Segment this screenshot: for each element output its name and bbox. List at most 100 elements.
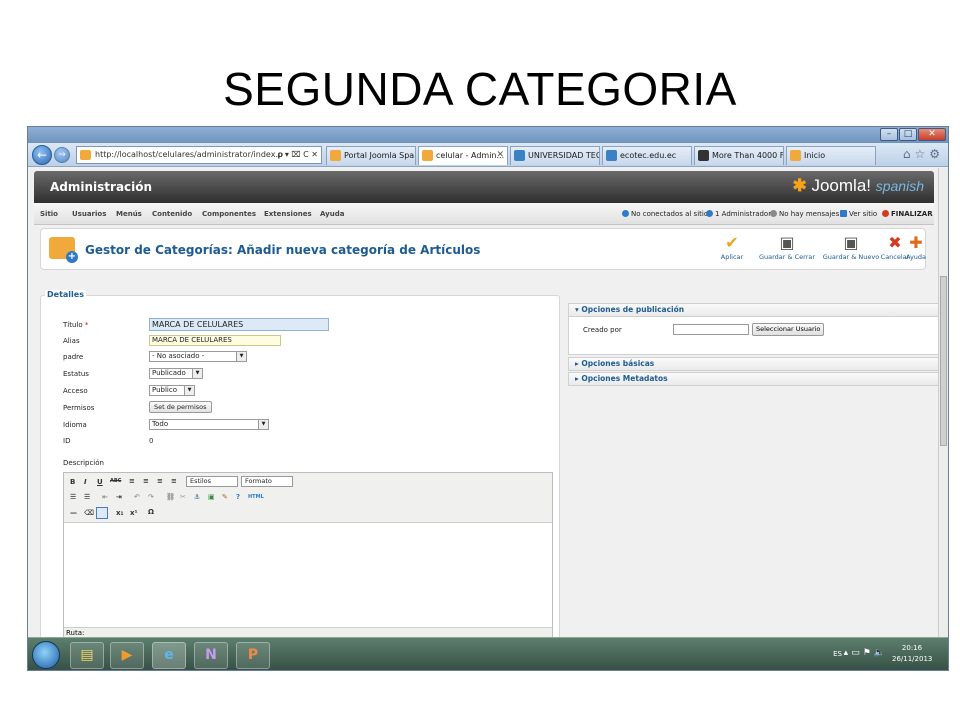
home-icon[interactable]: ⌂ <box>903 147 915 161</box>
maximize-button[interactable]: □ <box>899 128 917 141</box>
ie-taskbar-icon[interactable]: e <box>152 642 186 669</box>
address-bar[interactable]: http://localhost/celulares/administrator… <box>76 146 322 164</box>
browser-tab[interactable]: celular - Admin... ✕ <box>418 146 508 165</box>
visual-aid-icon[interactable] <box>96 507 108 519</box>
tab-favicon-icon <box>790 150 801 161</box>
close-window-button[interactable]: ✕ <box>918 128 946 141</box>
anchor-icon[interactable]: ⚓ <box>194 493 200 501</box>
browser-tab[interactable]: Portal Joomla Spa... <box>326 146 416 165</box>
idioma-select[interactable]: Todo ▼ <box>149 419 269 430</box>
metadata-options-header[interactable]: ▸ Opciones Metadatos <box>568 372 946 386</box>
format-select[interactable]: Formato <box>241 476 293 487</box>
strikethrough-icon[interactable]: ABC <box>110 478 121 484</box>
browser-tab[interactable]: ecotec.edu.ec <box>602 146 692 165</box>
html-source-icon[interactable]: HTML <box>248 494 264 500</box>
help-button[interactable]: ✚ Ayuda <box>899 233 933 267</box>
explorer-taskbar-icon[interactable]: ▤ <box>70 642 104 669</box>
favorites-star-icon[interactable]: ☆ <box>914 147 929 161</box>
save-close-button[interactable]: ▣ Guardar & Cerrar <box>758 233 816 267</box>
acceso-select[interactable]: Publico ▼ <box>149 385 195 396</box>
padre-select[interactable]: - No asociado - ▼ <box>149 351 247 362</box>
menu-contenido[interactable]: Contenido <box>152 210 192 218</box>
help-editor-icon[interactable]: ? <box>236 493 240 501</box>
styles-select[interactable]: Estilos <box>186 476 238 487</box>
menu-sitio[interactable]: Sitio <box>40 210 58 218</box>
address-controls[interactable]: ρ ▾ ⌧ C ✕ <box>277 147 318 163</box>
clock-time[interactable]: 20:16 <box>892 644 932 652</box>
menu-usuarios[interactable]: Usuarios <box>72 210 106 218</box>
underline-icon[interactable]: U <box>97 478 103 486</box>
slide: SEGUNDA CATEGORIA – □ ✕ ← → http://local… <box>0 0 960 720</box>
status-messages[interactable]: No hay mensajes <box>770 210 839 218</box>
details-panel: Detalles Título * MARCA DE CELULARES Ali… <box>40 290 560 670</box>
save-close-icon: ▣ <box>779 233 795 252</box>
apply-button[interactable]: ✔ Aplicar <box>703 233 761 267</box>
add-badge-icon: + <box>66 251 78 263</box>
browser-tab[interactable]: UNIVERSIDAD TEC... <box>510 146 600 165</box>
tab-label: Inicio <box>804 151 826 160</box>
special-char-icon[interactable]: Ω <box>148 508 154 516</box>
subscript-icon[interactable]: x₁ <box>116 509 124 517</box>
tab-favicon-icon <box>422 150 433 161</box>
idioma-label: Idioma <box>63 421 87 429</box>
logout-icon <box>882 210 889 217</box>
horizontal-rule-icon[interactable]: — <box>70 509 77 517</box>
forward-button[interactable]: → <box>54 147 70 163</box>
clock-date[interactable]: 26/11/2013 <box>892 655 932 663</box>
alias-input[interactable]: MARCA DE CELULARES <box>149 335 281 346</box>
justify-icon[interactable]: ≡ <box>171 477 177 485</box>
italic-icon[interactable]: I <box>84 478 87 486</box>
start-button[interactable] <box>32 641 60 669</box>
tab-label: UNIVERSIDAD TEC... <box>528 151 600 160</box>
language-indicator[interactable]: ES <box>833 650 842 658</box>
undo-icon[interactable]: ↶ <box>134 493 140 501</box>
menu-menus[interactable]: Menús <box>116 210 142 218</box>
scroll-thumb[interactable] <box>940 276 947 446</box>
logout-link[interactable]: FINALIZAR <box>882 210 933 218</box>
align-center-icon[interactable]: ≡ <box>143 477 149 485</box>
tray-icons[interactable]: ▴▭⚑🔈 <box>844 648 888 658</box>
align-right-icon[interactable]: ≡ <box>157 477 163 485</box>
outdent-icon[interactable]: ⇤ <box>102 493 108 501</box>
superscript-icon[interactable]: x¹ <box>130 509 138 517</box>
address-url: http://localhost/celulares/administrator… <box>95 150 284 159</box>
link-icon[interactable]: ⛓ <box>166 493 175 501</box>
browser-tab[interactable]: More Than 4000 Fr... <box>694 146 784 165</box>
back-button[interactable]: ← <box>32 145 52 165</box>
remove-format-icon[interactable]: ⌫ <box>84 509 94 517</box>
chevron-down-icon: ▼ <box>184 386 194 395</box>
status-visitors[interactable]: No conectados al sitio <box>622 210 708 218</box>
menu-extensiones[interactable]: Extensiones <box>264 210 312 218</box>
gear-icon[interactable]: ⚙ <box>929 147 944 161</box>
tab-close-icon[interactable]: ✕ <box>496 147 504 164</box>
align-left-icon[interactable]: ≡ <box>129 477 135 485</box>
numbered-list-icon[interactable]: ☰ <box>84 493 90 501</box>
menu-ayuda[interactable]: Ayuda <box>320 210 344 218</box>
minimize-button[interactable]: – <box>880 128 898 141</box>
unlink-icon[interactable]: ✂ <box>180 493 186 501</box>
publication-options-header[interactable]: ▾ Opciones de publicación <box>568 303 946 317</box>
permissions-button[interactable]: Set de permisos <box>149 401 212 413</box>
volume-icon: 🔈 <box>873 648 888 658</box>
page-scrollbar[interactable] <box>938 168 948 642</box>
creado-por-input[interactable] <box>673 324 749 335</box>
status-view-site[interactable]: Ver sitio <box>840 210 877 218</box>
browser-tab[interactable]: Inicio <box>786 146 876 165</box>
basic-options-header[interactable]: ▸ Opciones básicas <box>568 357 946 371</box>
status-admins[interactable]: 1 Administrador <box>706 210 771 218</box>
menu-componentes[interactable]: Componentes <box>202 210 256 218</box>
media-player-taskbar-icon[interactable]: ▶ <box>110 642 144 669</box>
powerpoint-taskbar-icon[interactable]: P <box>236 642 270 669</box>
estatus-select[interactable]: Publicado ▼ <box>149 368 203 379</box>
indent-icon[interactable]: ⇥ <box>116 493 122 501</box>
titulo-input[interactable]: MARCA DE CELULARES <box>149 318 329 331</box>
select-user-button[interactable]: Seleccionar Usuario <box>752 323 825 336</box>
redo-icon[interactable]: ↷ <box>148 493 154 501</box>
image-icon[interactable]: ▣ <box>208 493 215 501</box>
tab-label: celular - Admin... <box>436 151 505 160</box>
bullet-list-icon[interactable]: ☰ <box>70 493 76 501</box>
admin-menubar: Sitio Usuarios Menús Contenido Component… <box>34 203 934 225</box>
bold-icon[interactable]: B <box>70 478 75 486</box>
cleanup-icon[interactable]: ✎ <box>222 493 228 501</box>
onenote-taskbar-icon[interactable]: N <box>194 642 228 669</box>
